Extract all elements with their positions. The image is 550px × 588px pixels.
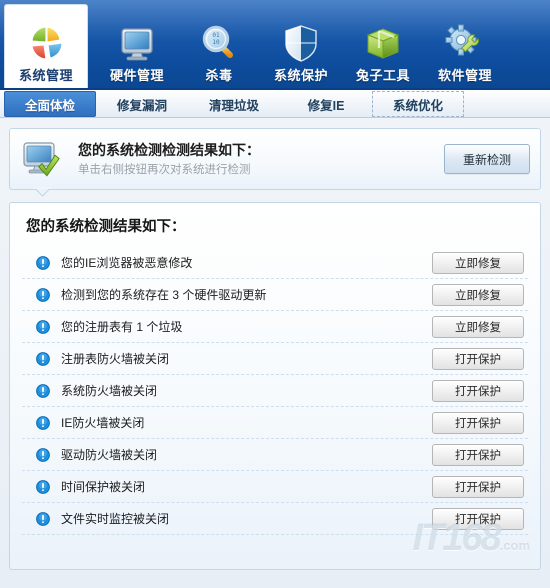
tab-repair-ie[interactable]: 修复IE: [280, 91, 372, 117]
nav-item-system-protection[interactable]: 系统保护: [260, 10, 342, 88]
result-row: 文件实时监控被关闭 打开保护: [22, 503, 528, 535]
result-action-label: 打开保护: [455, 513, 501, 526]
tab-label: 修复IE: [307, 98, 345, 113]
monitor-icon: [121, 28, 153, 61]
warning-icon: [36, 351, 50, 366]
result-row: 注册表防火墙被关闭 打开保护: [22, 343, 528, 375]
nav-item-system-management[interactable]: 系统管理: [4, 4, 88, 88]
warning-icon: [36, 479, 50, 494]
result-action-label: 打开保护: [455, 417, 501, 430]
result-action-label: 立即修复: [455, 321, 501, 334]
sub-tab-bar: 全面体检 修复漏洞 清理垃圾 修复IE 系统优化: [0, 90, 550, 118]
tab-label: 系统优化: [392, 98, 443, 113]
detection-summary-panel: 您的系统检测检测结果如下： 单击右侧按钮再次对系统进行检测 重新检测: [9, 128, 541, 190]
detection-summary-texts: 您的系统检测检测结果如下： 单击右侧按钮再次对系统进行检测: [78, 140, 444, 178]
result-row: 您的IE浏览器被恶意修改 立即修复: [22, 247, 528, 279]
result-row-text: 时间保护被关闭: [61, 479, 146, 494]
result-row-text: 文件实时监控被关闭: [61, 511, 170, 526]
detection-results-panel: 您的系统检测结果如下： 您的IE浏览器被恶意修改 立即修复 检测到您的系统存在 3 …: [9, 202, 541, 570]
result-row: 驱动防火墙被关闭 打开保护: [22, 439, 528, 471]
tab-label: 全面体检: [24, 98, 75, 113]
recheck-button[interactable]: 重新检测: [444, 144, 530, 174]
gear-wrench-icon: [445, 24, 480, 56]
result-action-label: 打开保护: [455, 449, 501, 462]
nav-item-label: 硬件管理: [109, 68, 164, 83]
warning-icon: [36, 287, 50, 302]
nav-item-antivirus[interactable]: 01 10 杀毒: [178, 10, 260, 88]
result-action-button[interactable]: 立即修复: [432, 315, 524, 338]
warning-icon: [36, 255, 50, 270]
panel-pointer-shim: [34, 187, 52, 189]
panel-gap: [9, 190, 541, 202]
result-row: 您的注册表有 1 个垃圾 立即修复: [22, 311, 528, 343]
recheck-button-label: 重新检测: [462, 152, 511, 167]
watermark-suffix: .com: [499, 538, 530, 553]
nav-item-label: 软件管理: [437, 68, 492, 83]
shield-icon: [285, 25, 317, 62]
application-window: 系统管理 硬件管理 01 10 杀毒 系统保护 兔子工具 软件管理 全面体检 修…: [0, 0, 550, 588]
nav-item-label: 兔子工具: [355, 68, 410, 83]
result-action-label: 打开保护: [455, 353, 501, 366]
result-action-button[interactable]: 打开保护: [432, 347, 524, 370]
detection-summary-subtitle: 单击右侧按钮再次对系统进行检测: [78, 164, 251, 176]
nav-item-software-management[interactable]: 软件管理: [424, 10, 506, 88]
results-heading: 您的系统检测结果如下：: [26, 219, 186, 235]
result-row-text: IE防火墙被关闭: [61, 415, 145, 430]
nav-item-label: 系统管理: [18, 68, 73, 83]
tab-label: 修复漏洞: [116, 98, 167, 113]
nav-item-hardware-management[interactable]: 硬件管理: [96, 10, 178, 88]
monitor-check-icon: [23, 142, 60, 177]
warning-icon: [36, 511, 50, 526]
pie-chart-icon: [31, 26, 63, 60]
tab-system-optimization[interactable]: 系统优化: [372, 91, 464, 117]
result-row-text: 系统防火墙被关闭: [61, 383, 158, 398]
results-list: 您的IE浏览器被恶意修改 立即修复 检测到您的系统存在 3 个硬件驱动更新 立即修复您…: [22, 247, 528, 535]
result-row-text: 您的IE浏览器被恶意修改: [61, 255, 193, 270]
result-row-text: 您的注册表有 1 个垃圾: [61, 319, 183, 334]
tab-full-checkup[interactable]: 全面体检: [4, 91, 96, 117]
warning-icon: [36, 415, 50, 430]
result-action-button[interactable]: 打开保护: [432, 411, 524, 434]
result-action-button[interactable]: 立即修复: [432, 251, 524, 274]
result-row: 检测到您的系统存在 3 个硬件驱动更新 立即修复: [22, 279, 528, 311]
magnifier-icon: 01 10: [202, 25, 233, 58]
svg-text:01: 01: [212, 32, 220, 39]
result-row-text: 驱动防火墙被关闭: [61, 447, 158, 462]
content-area: 您的系统检测检测结果如下： 单击右侧按钮再次对系统进行检测 重新检测 您的系统检…: [0, 118, 550, 570]
warning-icon: [36, 383, 50, 398]
nav-item-label: 系统保护: [273, 68, 328, 83]
tab-fix-vulnerabilities[interactable]: 修复漏洞: [96, 91, 188, 117]
result-action-button[interactable]: 打开保护: [432, 443, 524, 466]
result-row-text: 注册表防火墙被关闭: [61, 351, 170, 366]
result-action-button[interactable]: 立即修复: [432, 283, 524, 306]
warning-icon: [36, 319, 50, 334]
warning-icon: [36, 447, 50, 462]
result-action-label: 打开保护: [455, 481, 501, 494]
nav-item-rabbit-tools[interactable]: 兔子工具: [342, 10, 424, 88]
panel-pointer: [36, 189, 50, 197]
result-action-label: 打开保护: [455, 385, 501, 398]
tab-label: 清理垃圾: [208, 98, 259, 113]
detection-summary-title: 您的系统检测检测结果如下：: [78, 142, 260, 158]
result-action-button[interactable]: 打开保护: [432, 475, 524, 498]
result-action-label: 立即修复: [455, 257, 501, 270]
main-navigation-bar: 系统管理 硬件管理 01 10 杀毒 系统保护 兔子工具 软件管理: [0, 0, 550, 90]
tab-clean-junk[interactable]: 清理垃圾: [188, 91, 280, 117]
result-row: 时间保护被关闭 打开保护: [22, 471, 528, 503]
result-row: IE防火墙被关闭 打开保护: [22, 407, 528, 439]
result-action-button[interactable]: 打开保护: [432, 379, 524, 402]
result-row-text: 检测到您的系统存在 3 个硬件驱动更新: [61, 287, 267, 302]
nav-item-label: 杀毒: [205, 68, 233, 83]
result-row: 系统防火墙被关闭 打开保护: [22, 375, 528, 407]
green-box-icon: [366, 28, 400, 59]
svg-text:10: 10: [212, 39, 220, 46]
result-action-label: 立即修复: [455, 289, 501, 302]
result-action-button[interactable]: 打开保护: [432, 507, 524, 530]
